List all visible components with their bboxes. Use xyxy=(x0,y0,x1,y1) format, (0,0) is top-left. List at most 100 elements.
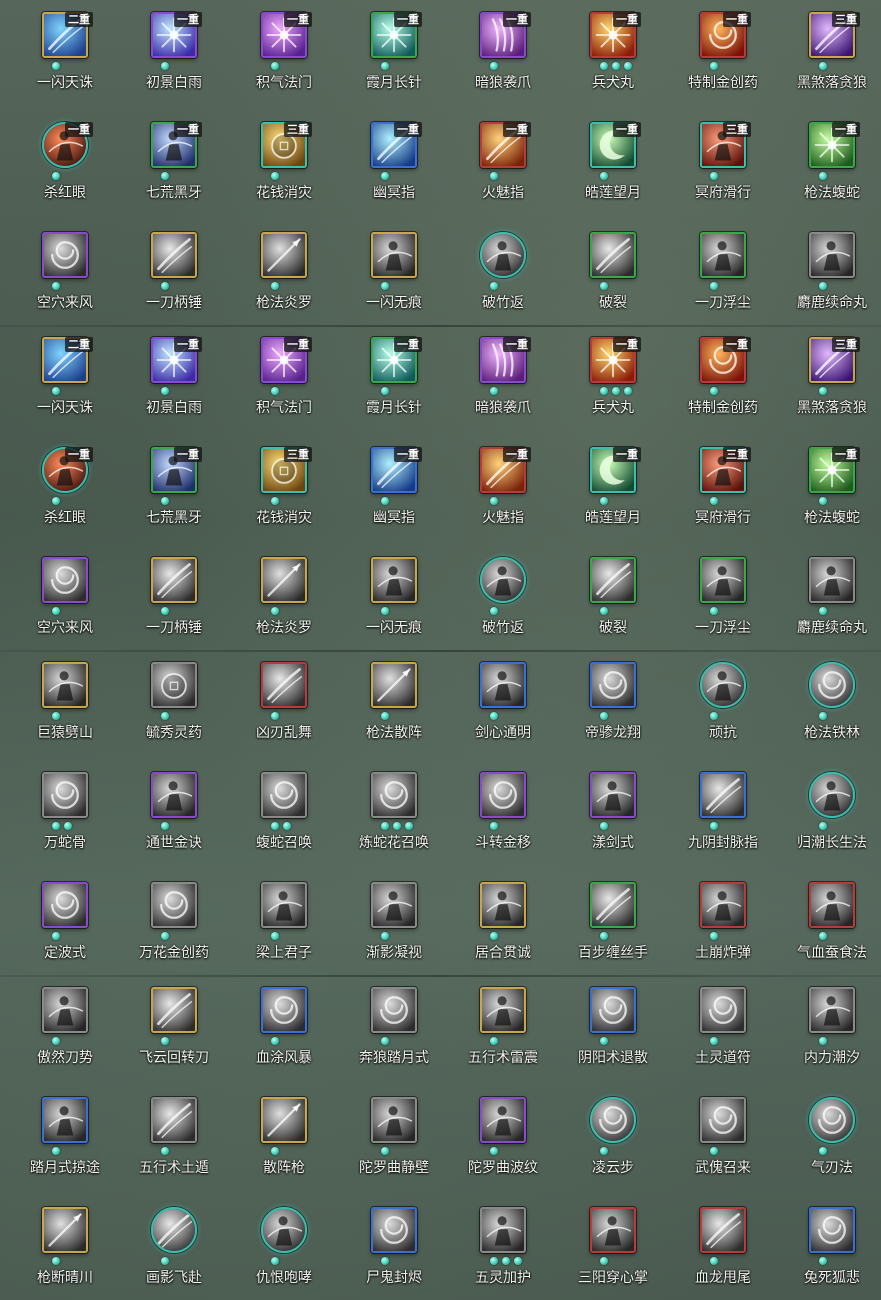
skill-icon[interactable] xyxy=(590,232,636,278)
skill-slot[interactable]: 土灵道符 xyxy=(668,975,778,1085)
skill-slot[interactable]: 九阴封脉指 xyxy=(668,760,778,870)
skill-icon[interactable] xyxy=(42,557,88,603)
skill-icon[interactable] xyxy=(42,1097,88,1143)
skill-slot[interactable]: 五行术雷震 xyxy=(448,975,558,1085)
skill-icon[interactable] xyxy=(151,772,197,818)
skill-icon[interactable] xyxy=(42,232,88,278)
skill-slot[interactable]: 一重 火魅指 xyxy=(448,435,558,545)
skill-slot[interactable]: 归潮长生法 xyxy=(777,760,881,870)
skill-icon[interactable] xyxy=(700,1207,746,1253)
skill-slot[interactable]: 散阵枪 xyxy=(229,1085,339,1195)
skill-slot[interactable]: 一重 初景白雨 xyxy=(119,325,229,435)
skill-icon[interactable] xyxy=(151,882,197,928)
skill-slot[interactable]: 一重 皓莲望月 xyxy=(558,435,668,545)
skill-icon[interactable] xyxy=(590,772,636,818)
skill-slot[interactable]: 蝮蛇召唤 xyxy=(229,760,339,870)
skill-slot[interactable]: 傲然刀势 xyxy=(10,975,120,1085)
skill-slot[interactable]: 麝鹿续命丸 xyxy=(777,220,881,330)
skill-slot[interactable]: 三阳穿心掌 xyxy=(558,1195,668,1300)
skill-slot[interactable]: 枪法铁林 xyxy=(777,650,881,760)
skill-icon[interactable] xyxy=(42,662,88,708)
skill-icon[interactable] xyxy=(480,987,526,1033)
skill-slot[interactable]: 一重 初景白雨 xyxy=(119,0,229,110)
skill-slot[interactable]: 一刀浮尘 xyxy=(668,220,778,330)
skill-icon[interactable] xyxy=(371,882,417,928)
skill-slot[interactable]: 阴阳术退散 xyxy=(558,975,668,1085)
skill-slot[interactable]: 凶刃乱舞 xyxy=(229,650,339,760)
skill-slot[interactable]: 尸鬼封烬 xyxy=(339,1195,449,1300)
skill-slot[interactable]: 仇恨咆哮 xyxy=(229,1195,339,1300)
skill-slot[interactable]: 气刃法 xyxy=(777,1085,881,1195)
skill-slot[interactable]: 一刀柄锤 xyxy=(119,545,229,655)
skill-slot[interactable]: 麝鹿续命丸 xyxy=(777,545,881,655)
skill-slot[interactable]: 一重 积气法门 xyxy=(229,325,339,435)
skill-slot[interactable]: 破竹返 xyxy=(448,220,558,330)
skill-slot[interactable]: 一重 杀红眼 xyxy=(10,110,120,220)
skill-icon[interactable] xyxy=(809,232,855,278)
skill-icon[interactable] xyxy=(261,662,307,708)
skill-slot[interactable]: 五灵加护 xyxy=(448,1195,558,1300)
skill-slot[interactable]: 一重 积气法门 xyxy=(229,0,339,110)
skill-icon[interactable] xyxy=(590,557,636,603)
skill-slot[interactable]: 一重 暗狼袭爪 xyxy=(448,0,558,110)
skill-icon[interactable] xyxy=(480,557,526,603)
skill-icon[interactable] xyxy=(809,1097,855,1143)
skill-slot[interactable]: 三重 花钱消灾 xyxy=(229,435,339,545)
skill-icon[interactable] xyxy=(151,557,197,603)
skill-slot[interactable]: 飞云回转刀 xyxy=(119,975,229,1085)
skill-slot[interactable]: 一重 七荒黑牙 xyxy=(119,435,229,545)
skill-slot[interactable]: 三重 冥府滑行 xyxy=(668,435,778,545)
skill-icon[interactable] xyxy=(590,662,636,708)
skill-icon[interactable] xyxy=(590,882,636,928)
skill-slot[interactable]: 定波式 xyxy=(10,870,120,980)
skill-slot[interactable]: 空穴来风 xyxy=(10,545,120,655)
skill-slot[interactable]: 血龙甩尾 xyxy=(668,1195,778,1300)
skill-slot[interactable]: 一重 霞月长针 xyxy=(339,325,449,435)
skill-icon[interactable] xyxy=(371,772,417,818)
skill-icon[interactable] xyxy=(809,772,855,818)
skill-icon[interactable] xyxy=(371,1207,417,1253)
skill-icon[interactable] xyxy=(261,987,307,1033)
skill-slot[interactable]: 凌云步 xyxy=(558,1085,668,1195)
skill-slot[interactable]: 居合贯诚 xyxy=(448,870,558,980)
skill-icon[interactable] xyxy=(151,1207,197,1253)
skill-slot[interactable]: 一重 皓莲望月 xyxy=(558,110,668,220)
skill-slot[interactable]: 一重 兵犬丸 xyxy=(558,0,668,110)
skill-slot[interactable]: 剑心通明 xyxy=(448,650,558,760)
skill-slot[interactable]: 一重 霞月长针 xyxy=(339,0,449,110)
skill-icon[interactable] xyxy=(151,662,197,708)
skill-icon[interactable] xyxy=(809,882,855,928)
skill-slot[interactable]: 陀罗曲静壁 xyxy=(339,1085,449,1195)
skill-slot[interactable]: 毓秀灵药 xyxy=(119,650,229,760)
skill-icon[interactable] xyxy=(480,1207,526,1253)
skill-slot[interactable]: 一重 兵犬丸 xyxy=(558,325,668,435)
skill-icon[interactable] xyxy=(371,662,417,708)
skill-icon[interactable] xyxy=(371,1097,417,1143)
skill-slot[interactable]: 土崩炸弹 xyxy=(668,870,778,980)
skill-slot[interactable]: 枪断晴川 xyxy=(10,1195,120,1300)
skill-icon[interactable] xyxy=(590,1207,636,1253)
skill-slot[interactable]: 万蛇骨 xyxy=(10,760,120,870)
skill-icon[interactable] xyxy=(590,987,636,1033)
skill-slot[interactable]: 二重 一闪天诛 xyxy=(10,0,120,110)
skill-slot[interactable]: 一刀柄锤 xyxy=(119,220,229,330)
skill-slot[interactable]: 一重 幽冥指 xyxy=(339,435,449,545)
skill-slot[interactable]: 一重 杀红眼 xyxy=(10,435,120,545)
skill-icon[interactable] xyxy=(371,232,417,278)
skill-slot[interactable]: 一刀浮尘 xyxy=(668,545,778,655)
skill-slot[interactable]: 万花金创药 xyxy=(119,870,229,980)
skill-slot[interactable]: 三重 黑煞落贪狼 xyxy=(777,0,881,110)
skill-icon[interactable] xyxy=(42,987,88,1033)
skill-icon[interactable] xyxy=(700,662,746,708)
skill-icon[interactable] xyxy=(809,1207,855,1253)
skill-slot[interactable]: 一重 七荒黑牙 xyxy=(119,110,229,220)
skill-icon[interactable] xyxy=(371,987,417,1033)
skill-slot[interactable]: 枪法散阵 xyxy=(339,650,449,760)
skill-slot[interactable]: 梁上君子 xyxy=(229,870,339,980)
skill-icon[interactable] xyxy=(261,1097,307,1143)
skill-icon[interactable] xyxy=(261,882,307,928)
skill-icon[interactable] xyxy=(809,557,855,603)
skill-icon[interactable] xyxy=(590,1097,636,1143)
skill-slot[interactable]: 三重 花钱消灾 xyxy=(229,110,339,220)
skill-slot[interactable]: 空穴来风 xyxy=(10,220,120,330)
